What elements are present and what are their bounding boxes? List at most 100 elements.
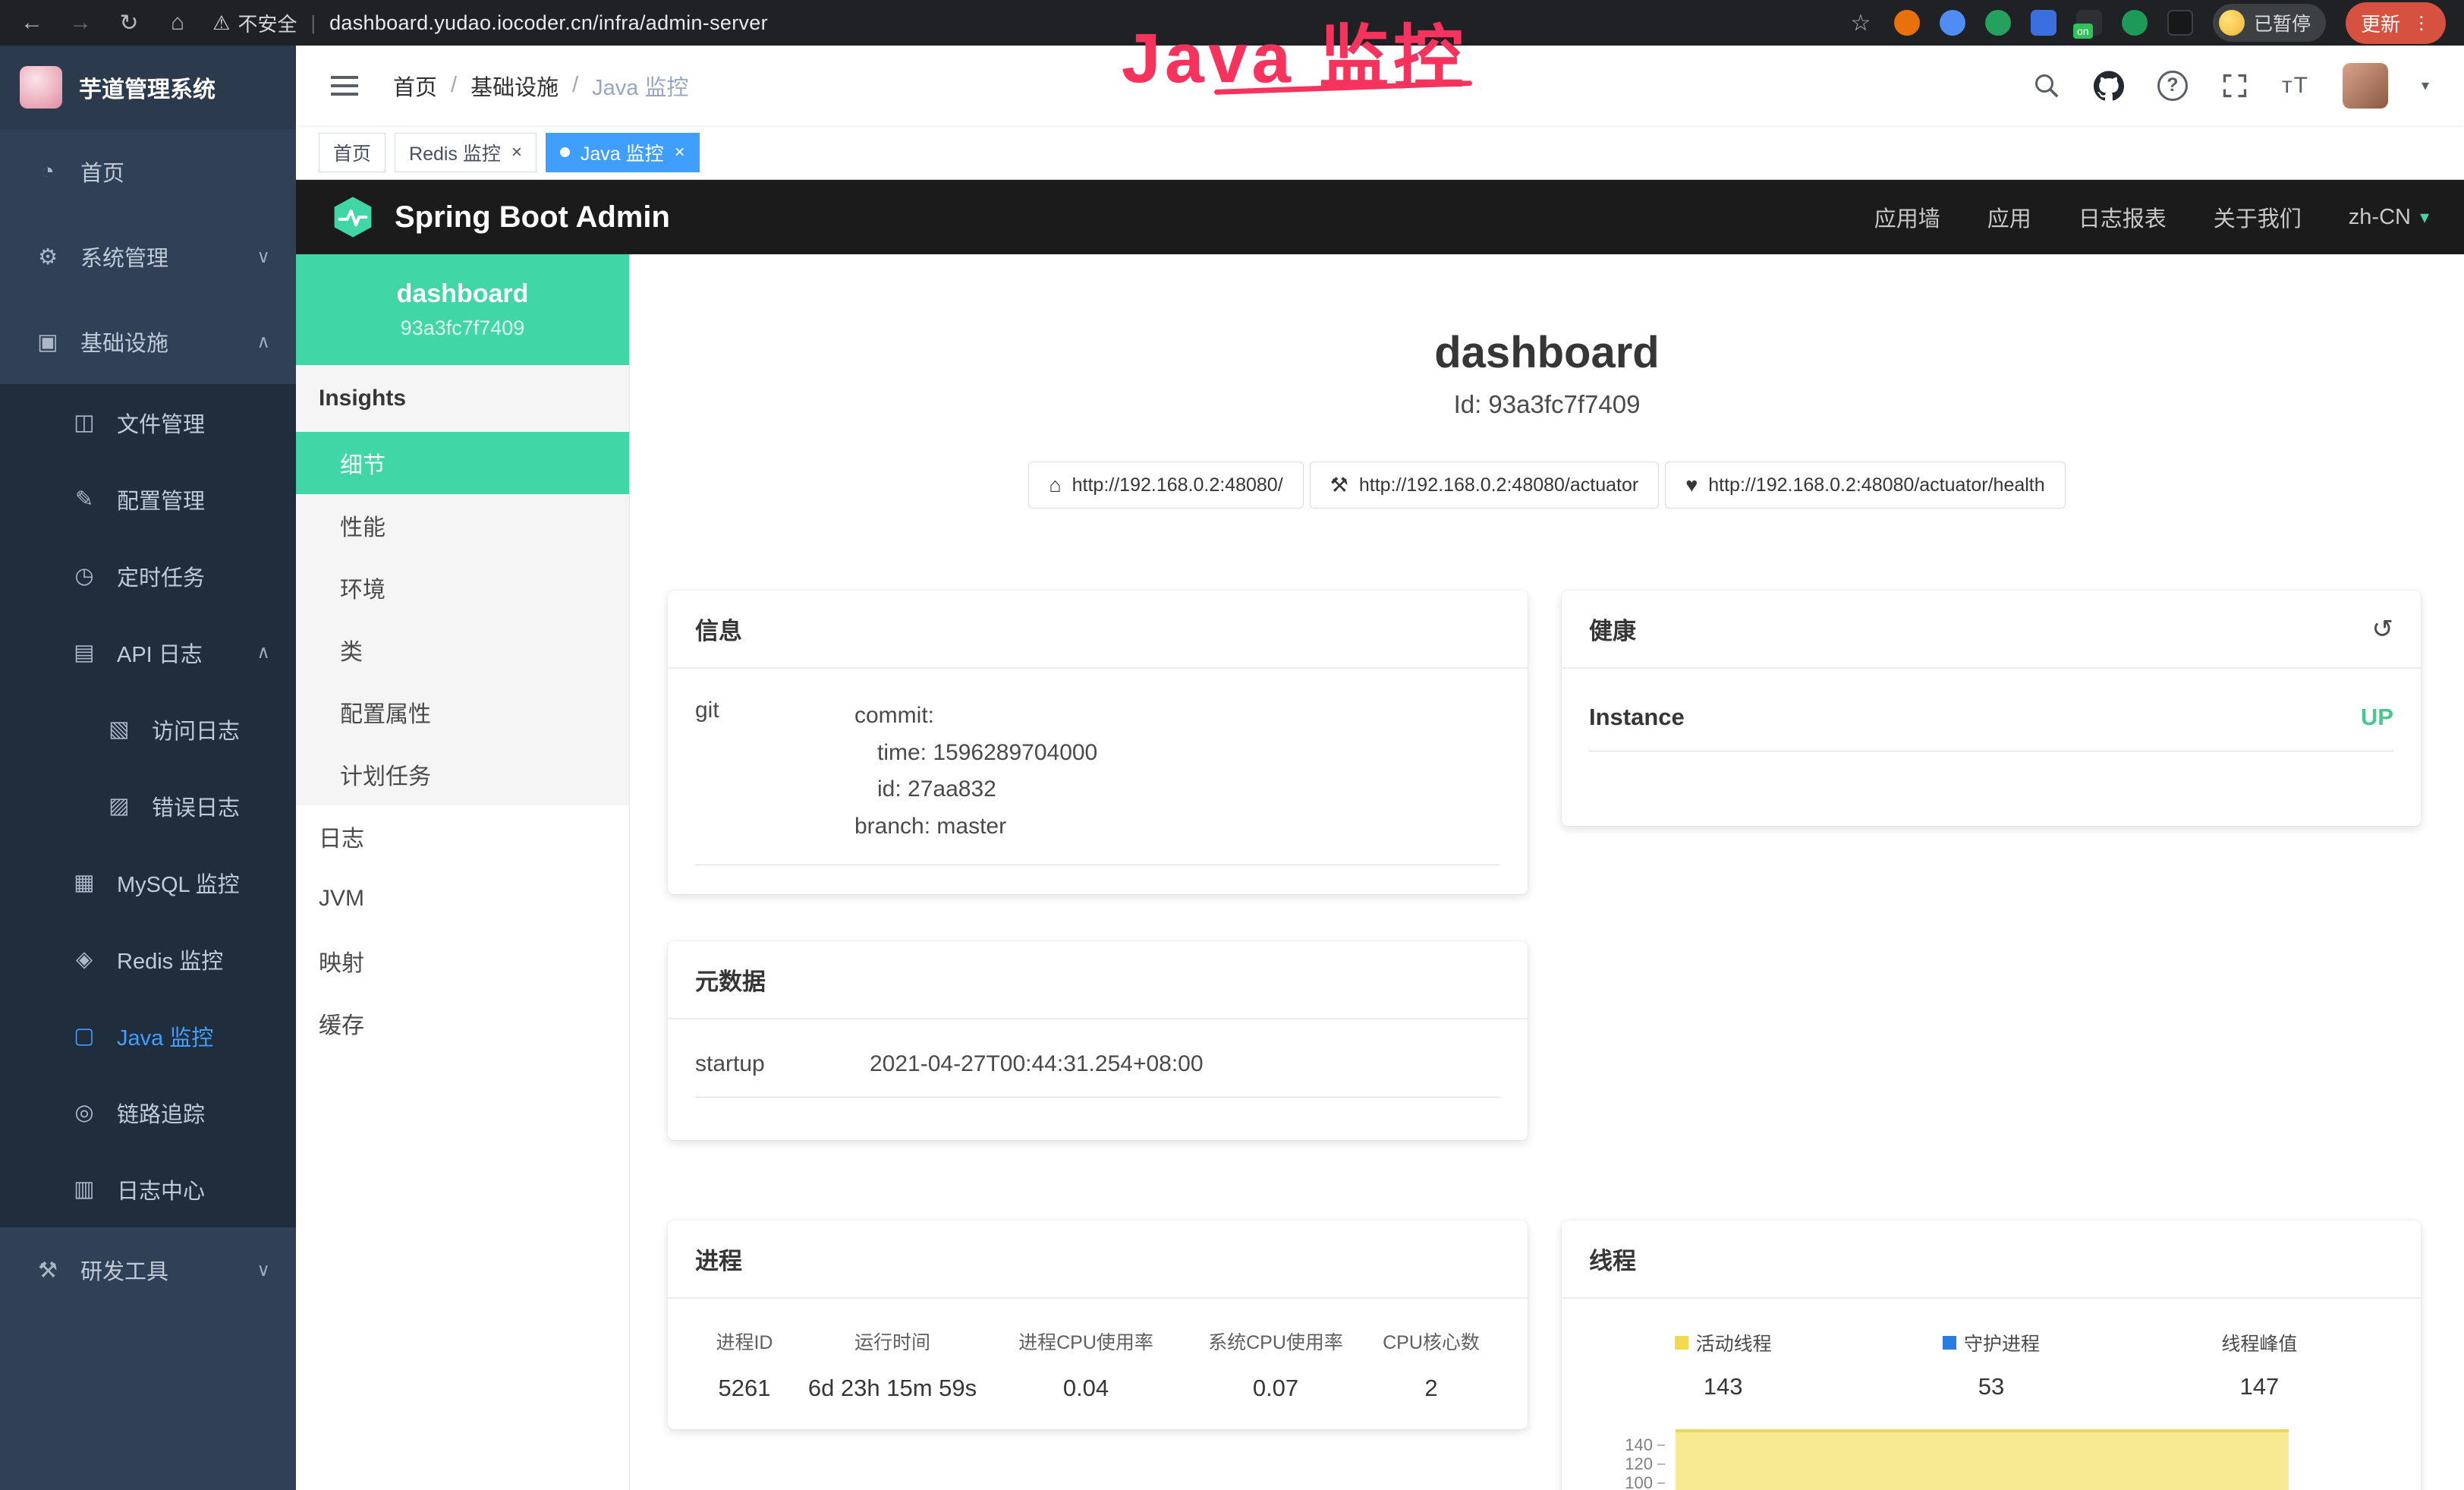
update-button[interactable]: 更新 ⋮ xyxy=(2346,2,2446,44)
legend-label: 线程峰值 xyxy=(2221,1329,2297,1356)
tab-home[interactable]: 首页 xyxy=(319,133,385,172)
history-icon[interactable]: ↺ xyxy=(2372,614,2394,644)
active-threads-value: 143 xyxy=(1589,1373,1857,1400)
kebab-menu-icon[interactable]: ⋮ xyxy=(2412,12,2431,34)
health-url-button[interactable]: ♥ http://192.168.0.2:48080/actuator/heal… xyxy=(1665,461,2065,509)
extension-icon[interactable] xyxy=(2122,10,2148,36)
legend-label: 守护进程 xyxy=(1964,1329,2040,1356)
url-text[interactable]: dashboard.yudao.iocoder.cn/infra/admin-s… xyxy=(329,11,768,35)
github-icon[interactable] xyxy=(2094,71,2124,101)
sba-nav-applications[interactable]: 应用 xyxy=(1987,201,2031,233)
search-icon[interactable] xyxy=(2033,72,2060,99)
sidebar-item-infra[interactable]: ▣ 基础设施 ∧ xyxy=(0,299,296,384)
menu-item-details[interactable]: 细节 xyxy=(296,432,629,494)
extension-icon[interactable] xyxy=(1894,10,1920,36)
sidebar-item-label: 文件管理 xyxy=(117,407,205,439)
reload-icon[interactable]: ↻ xyxy=(115,10,143,36)
extension-icon[interactable] xyxy=(1940,10,1965,36)
instance-header[interactable]: dashboard 93a3fc7f7409 xyxy=(296,254,629,365)
browser-home-icon[interactable]: ⌂ xyxy=(164,10,191,36)
sidebar-item-scheduled-jobs[interactable]: ◷ 定时任务 xyxy=(0,537,296,614)
menu-item-performance[interactable]: 性能 xyxy=(296,494,629,556)
close-icon[interactable]: × xyxy=(675,142,685,163)
process-col-header: 系统CPU使用率 xyxy=(1208,1328,1343,1355)
tags-view-bar: 首页 Redis 监控 × Java 监控 × xyxy=(296,125,2464,180)
page-root: ← → ↻ ⌂ ⚠ 不安全 | dashboard.yudao.iocoder.… xyxy=(0,0,2464,1490)
process-col-header: 进程ID xyxy=(716,1328,773,1355)
tab-java-monitor[interactable]: Java 监控 × xyxy=(546,133,700,172)
address-bar[interactable]: ⚠ 不安全 | dashboard.yudao.iocoder.cn/infra… xyxy=(212,9,768,37)
fullscreen-icon[interactable] xyxy=(2221,72,2248,99)
menu-item-config-props[interactable]: 配置属性 xyxy=(296,681,629,743)
sba-nav-wallboard[interactable]: 应用墙 xyxy=(1874,201,1940,233)
menu-item-environment[interactable]: 环境 xyxy=(296,556,629,619)
health-instance-row: Instance UP xyxy=(1589,676,2393,751)
health-row-label: Instance xyxy=(1589,704,1685,731)
sidebar-item-access-log[interactable]: ▧ 访问日志 xyxy=(0,691,296,767)
axis-label: 120 xyxy=(1625,1454,1653,1474)
sba-nav-about[interactable]: 关于我们 xyxy=(2214,201,2302,233)
sidebar-item-mysql-monitor[interactable]: ▦ MySQL 监控 xyxy=(0,844,296,921)
dashboard-icon: ◔ xyxy=(33,159,62,184)
sidebar-item-system[interactable]: ⚙ 系统管理 ∨ xyxy=(0,214,296,299)
sba-locale-select[interactable]: zh-CN ▾ xyxy=(2349,205,2429,230)
service-url-button[interactable]: ⌂ http://192.168.0.2:48080/ xyxy=(1028,461,1303,509)
menu-item-jvm[interactable]: JVM xyxy=(296,868,629,930)
forward-icon[interactable]: → xyxy=(67,10,94,36)
sba-nav-journal[interactable]: 日志报表 xyxy=(2079,201,2167,233)
process-table: 进程ID 运行时间 进程CPU使用率 系统CPU使用率 CPU核心数 5261 … xyxy=(695,1306,1500,1402)
breadcrumb-infra[interactable]: 基础设施 xyxy=(470,70,559,102)
bookmark-star-icon[interactable]: ☆ xyxy=(1847,10,1874,36)
breadcrumb-current: Java 监控 xyxy=(592,70,688,102)
sidebar-item-api-log[interactable]: ▤ API 日志 ∧ xyxy=(0,614,296,691)
avatar-caret-icon[interactable]: ▾ xyxy=(2422,76,2429,95)
error-log-icon: ▨ xyxy=(105,792,134,819)
sba-navbar: Spring Boot Admin 应用墙 应用 日志报表 关于我们 zh-CN… xyxy=(296,180,2464,254)
sidebar-item-java-monitor[interactable]: ▢ Java 监控 xyxy=(0,997,296,1074)
extension-icon[interactable]: on xyxy=(2076,10,2102,36)
font-size-icon[interactable]: тT xyxy=(2282,73,2309,99)
process-card-title: 进程 xyxy=(695,1242,742,1276)
sidebar-item-log-center[interactable]: ▥ 日志中心 xyxy=(0,1151,296,1227)
sidebar-item-label: 错误日志 xyxy=(152,790,240,822)
menu-item-logs[interactable]: 日志 xyxy=(296,805,629,868)
axis-tick: 140 xyxy=(1589,1435,1665,1455)
sidebar-item-redis-monitor[interactable]: ◈ Redis 监控 xyxy=(0,921,296,997)
back-icon[interactable]: ← xyxy=(18,10,46,36)
breadcrumb-separator: / xyxy=(451,73,457,98)
user-avatar[interactable] xyxy=(2343,63,2388,109)
help-icon[interactable]: ? xyxy=(2157,71,2188,101)
actuator-url-button[interactable]: ⚒ http://192.168.0.2:48080/actuator xyxy=(1310,461,1660,509)
menu-item-classes[interactable]: 类 xyxy=(296,619,629,681)
sidebar-item-tracing[interactable]: ◎ 链路追踪 xyxy=(0,1074,296,1151)
hamburger-icon[interactable] xyxy=(331,84,358,87)
sidebar-item-error-log[interactable]: ▨ 错误日志 xyxy=(0,767,296,844)
sidebar-item-label: 配置管理 xyxy=(117,484,205,515)
health-card-title: 健康 xyxy=(1589,612,1636,646)
process-card-header: 进程 xyxy=(668,1221,1528,1299)
menu-item-caches[interactable]: 缓存 xyxy=(296,992,629,1054)
menu-item-mappings[interactable]: 映射 xyxy=(296,930,629,992)
sidebar-item-home[interactable]: ◔ 首页 xyxy=(0,129,296,214)
sidebar-item-label: 定时任务 xyxy=(117,560,205,592)
process-col-header: 进程CPU使用率 xyxy=(1018,1328,1153,1355)
extension-icon[interactable] xyxy=(1985,10,2011,36)
profile-paused-badge[interactable]: 已暂停 xyxy=(2213,4,2326,42)
breadcrumb-home[interactable]: 首页 xyxy=(393,70,437,102)
puzzle-extension-icon[interactable] xyxy=(2167,10,2193,36)
sidebar-item-file-mgmt[interactable]: ◫ 文件管理 xyxy=(0,384,296,461)
info-value: commit: time: 1596289704000 id: 27aa832 … xyxy=(854,698,1097,845)
security-warning[interactable]: ⚠ 不安全 xyxy=(212,9,297,37)
sidebar-item-config-mgmt[interactable]: ✎ 配置管理 xyxy=(0,461,296,537)
sidebar-item-dev-tools[interactable]: ⚒ 研发工具 ∨ xyxy=(0,1227,296,1312)
sba-brand-title[interactable]: Spring Boot Admin xyxy=(395,200,670,235)
threads-legend: 活动线程 143 守护进程 53 线程峰值 xyxy=(1589,1329,2393,1400)
git-branch-line: branch: master xyxy=(854,808,1097,846)
metadata-label: startup xyxy=(695,1051,870,1077)
extension-icon[interactable] xyxy=(2031,10,2056,36)
menu-item-scheduled-tasks[interactable]: 计划任务 xyxy=(296,743,629,805)
tab-redis-monitor[interactable]: Redis 监控 × xyxy=(395,133,537,172)
chevron-up-icon: ∧ xyxy=(256,331,270,353)
sidebar-logo[interactable]: 芋道管理系统 xyxy=(0,46,296,129)
close-icon[interactable]: × xyxy=(511,142,522,163)
